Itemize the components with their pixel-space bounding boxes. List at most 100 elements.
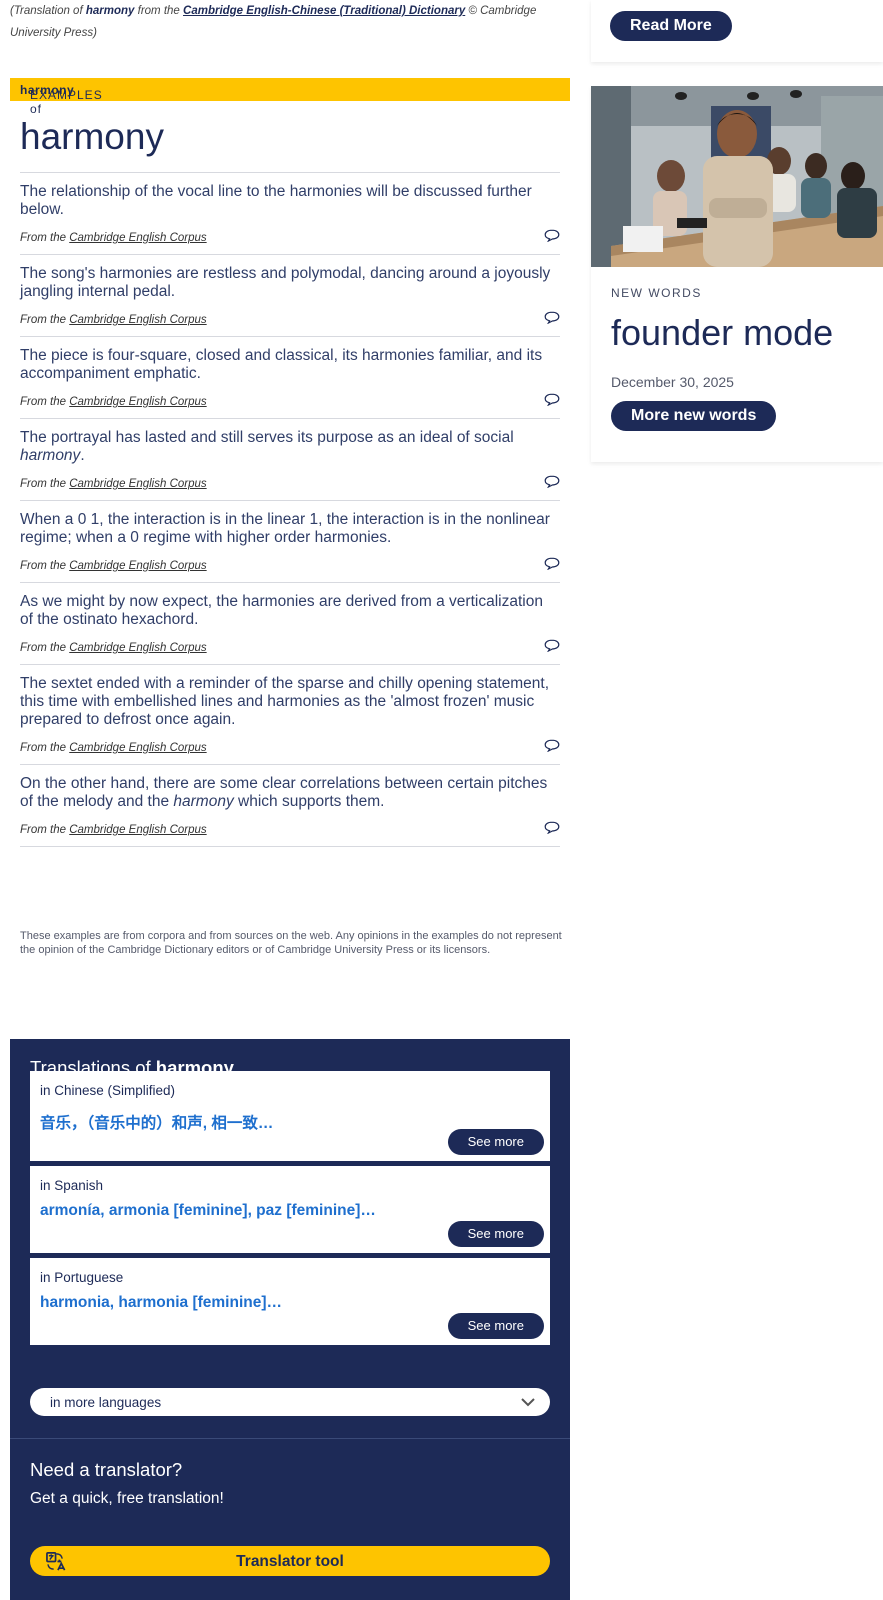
translator-tool-label: Translator tool <box>236 1553 344 1570</box>
need-translator-heading: Need a translator? <box>30 1459 183 1480</box>
comment-icon[interactable] <box>544 229 560 242</box>
new-word-image <box>591 86 883 267</box>
example-item: On the other hand, there are some clear … <box>20 765 560 847</box>
example-source: From the Cambridge English Corpus <box>20 396 560 408</box>
example-item: The song's harmonies are restless and po… <box>20 255 560 337</box>
new-words-card: NEW WORDS founder mode December 30, 2025… <box>591 86 883 462</box>
example-text: which supports them. <box>233 793 385 810</box>
example-item: The portrayal has lasted and still serve… <box>20 419 560 501</box>
quick-translation-text: Get a quick, free translation! <box>30 1490 224 1507</box>
example-item: The piece is four-square, closed and cla… <box>20 337 560 419</box>
comment-icon[interactable] <box>544 639 560 652</box>
example-sentence: The portrayal has lasted and still serve… <box>20 429 560 465</box>
divider <box>10 1438 570 1439</box>
example-source-prefix: From the <box>20 314 70 326</box>
more-new-words-button[interactable]: More new words <box>611 401 777 431</box>
translation-words[interactable]: harmonia, harmonia [feminine]… <box>40 1294 282 1312</box>
example-source-prefix: From the <box>20 642 70 654</box>
example-source: From the Cambridge English Corpus <box>20 560 560 572</box>
example-text: When a 0 1, the interaction is in the li… <box>20 511 550 546</box>
comment-icon[interactable] <box>544 475 560 488</box>
example-sentence: The sextet ended with a reminder of the … <box>20 675 560 729</box>
chevron-down-icon <box>521 1398 535 1407</box>
new-word-title[interactable]: founder mode <box>611 312 833 354</box>
example-text: The relationship of the vocal line to th… <box>20 183 532 218</box>
comment-icon[interactable] <box>544 739 560 752</box>
example-source: From the Cambridge English Corpus <box>20 824 560 836</box>
examples-header-prefix: EXAMPLES of <box>30 88 103 116</box>
translation-card-portuguese: in Portuguese harmonia, harmonia [femini… <box>30 1258 550 1345</box>
example-source-prefix: From the <box>20 396 70 408</box>
translation-words[interactable]: 音乐，（音乐中的）和声, 相一致… <box>40 1111 273 1133</box>
translation-language: in Spanish <box>40 1178 104 1193</box>
example-item: When a 0 1, the interaction is in the li… <box>20 501 560 583</box>
example-highlight: harmony <box>20 447 81 464</box>
translation-words[interactable]: armonía, armonia [feminine], paz [femini… <box>40 1202 376 1220</box>
translation-card-spanish: in Spanish armonía, armonia [feminine], … <box>30 1166 550 1253</box>
example-source-prefix: From the <box>20 742 70 754</box>
example-source: From the Cambridge English Corpus <box>20 478 560 490</box>
examples-header-label: EXAMPLES of harmony <box>20 83 102 116</box>
read-more-card: Read More <box>591 0 883 62</box>
comment-icon[interactable] <box>544 821 560 834</box>
attribution-from-text: from the <box>134 5 184 17</box>
office-meeting-photo <box>591 86 883 267</box>
attribution-word: harmony <box>85 5 135 17</box>
example-sentence: The song's harmonies are restless and po… <box>20 265 560 301</box>
example-highlight: harmony <box>173 793 234 810</box>
read-more-button[interactable]: Read More <box>610 11 732 41</box>
corpus-link[interactable]: Cambridge English Corpus <box>69 314 206 326</box>
dictionary-link[interactable]: Cambridge English-Chinese (Traditional) … <box>183 5 465 17</box>
new-word-date: December 30, 2025 <box>611 374 734 390</box>
example-text: The song's harmonies are restless and po… <box>20 265 551 300</box>
example-source: From the Cambridge English Corpus <box>20 642 560 654</box>
examples-list: The relationship of the vocal line to th… <box>20 173 560 847</box>
example-text: The piece is four-square, closed and cla… <box>20 347 543 382</box>
example-sentence: The relationship of the vocal line to th… <box>20 183 560 219</box>
example-source: From the Cambridge English Corpus <box>20 742 560 754</box>
examples-disclaimer: These examples are from corpora and from… <box>20 930 562 956</box>
corpus-link[interactable]: Cambridge English Corpus <box>69 396 206 408</box>
example-sentence: The piece is four-square, closed and cla… <box>20 347 560 383</box>
more-languages-label: in more languages <box>50 1395 162 1410</box>
comment-icon[interactable] <box>544 393 560 406</box>
corpus-link[interactable]: Cambridge English Corpus <box>69 232 206 244</box>
example-source-prefix: From the <box>20 824 70 836</box>
example-source-prefix: From the <box>20 478 70 490</box>
example-source-prefix: From the <box>20 232 70 244</box>
examples-headword: harmony <box>20 116 164 157</box>
corpus-link[interactable]: Cambridge English Corpus <box>69 824 206 836</box>
example-text: The sextet ended with a reminder of the … <box>20 675 550 728</box>
example-source: From the Cambridge English Corpus <box>20 232 560 244</box>
example-text: . <box>80 447 85 464</box>
translations-panel: Translations of harmony in Chinese (Simp… <box>10 1039 570 1600</box>
examples-header: EXAMPLES of harmony <box>10 78 570 116</box>
see-more-button[interactable]: See more <box>447 1313 544 1339</box>
translation-attribution: (Translation of harmony from the Cambrid… <box>10 0 570 44</box>
example-item: As we might by now expect, the harmonies… <box>20 583 560 665</box>
example-item: The sextet ended with a reminder of the … <box>20 665 560 765</box>
see-more-button[interactable]: See more <box>447 1221 544 1247</box>
translator-tool-button[interactable]: Translator tool <box>30 1546 550 1576</box>
new-words-label: NEW WORDS <box>611 286 702 300</box>
example-sentence: When a 0 1, the interaction is in the li… <box>20 511 560 547</box>
corpus-link[interactable]: Cambridge English Corpus <box>69 560 206 572</box>
translation-card-chinese: in Chinese (Simplified) 音乐，（音乐中的）和声, 相一致… <box>30 1071 550 1161</box>
translation-language: in Chinese (Simplified) <box>40 1083 176 1098</box>
comment-icon[interactable] <box>544 311 560 324</box>
see-more-button[interactable]: See more <box>447 1129 544 1155</box>
example-sentence: As we might by now expect, the harmonies… <box>20 593 560 629</box>
corpus-link[interactable]: Cambridge English Corpus <box>69 478 206 490</box>
example-text: As we might by now expect, the harmonies… <box>20 593 543 628</box>
example-sentence: On the other hand, there are some clear … <box>20 775 560 811</box>
attribution-open-text: (Translation of <box>10 5 86 17</box>
corpus-link[interactable]: Cambridge English Corpus <box>69 742 206 754</box>
example-source: From the Cambridge English Corpus <box>20 314 560 326</box>
more-languages-dropdown[interactable]: in more languages <box>30 1388 550 1416</box>
comment-icon[interactable] <box>544 557 560 570</box>
corpus-link[interactable]: Cambridge English Corpus <box>69 642 206 654</box>
example-item: The relationship of the vocal line to th… <box>20 173 560 255</box>
example-text: The portrayal has lasted and still serve… <box>20 429 514 446</box>
example-source-prefix: From the <box>20 560 70 572</box>
translation-language: in Portuguese <box>40 1270 124 1285</box>
